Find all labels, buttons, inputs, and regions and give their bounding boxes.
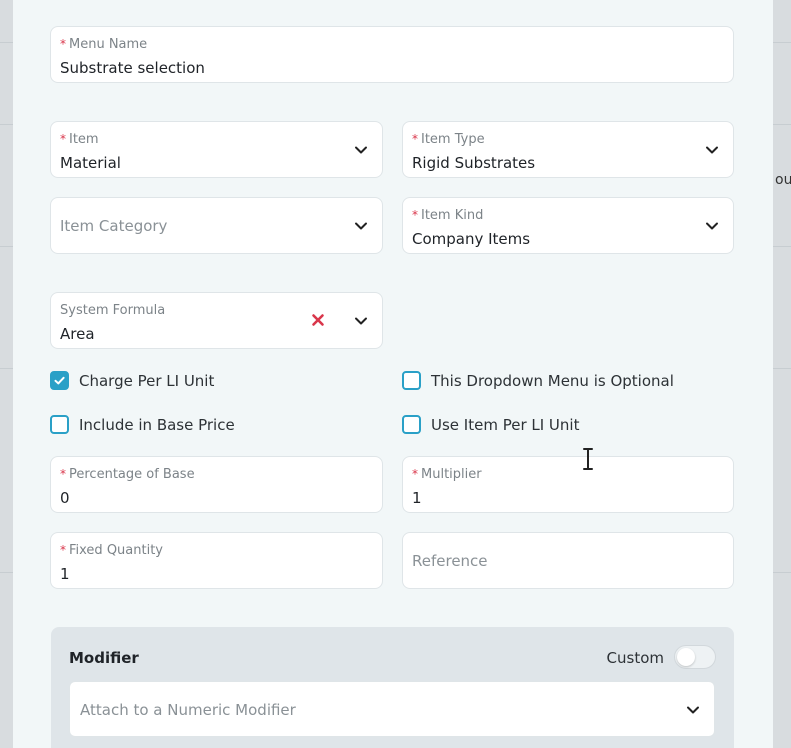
include-base-price-checkbox[interactable]: Include in Base Price (50, 415, 235, 434)
system-formula-label: System Formula (60, 303, 166, 318)
menu-name-value: Substrate selection (60, 59, 205, 77)
item-label: * Item (60, 132, 99, 147)
check-icon (54, 376, 65, 385)
use-item-per-li-unit-checkbox[interactable]: Use Item Per LI Unit (402, 415, 579, 434)
dropdown-optional-label: This Dropdown Menu is Optional (431, 371, 674, 390)
backdrop-text: our (775, 172, 791, 188)
menu-name-label: * Menu Name (60, 37, 148, 52)
item-type-value: Rigid Substrates (412, 154, 536, 172)
modifier-title: Modifier (69, 649, 139, 667)
item-category-placeholder: Item Category (60, 217, 168, 235)
use-item-per-li-unit-label: Use Item Per LI Unit (431, 415, 580, 434)
chevron-down-icon[interactable] (354, 143, 368, 157)
checkbox-box[interactable] (50, 371, 69, 390)
percentage-of-base-value: 0 (60, 489, 70, 507)
multiplier-value: 1 (412, 489, 422, 507)
charge-per-li-unit-checkbox[interactable]: Charge Per LI Unit (50, 371, 214, 390)
menu-name-field[interactable]: * Menu Name Substrate selection (50, 26, 734, 83)
item-select[interactable]: * Item Material (50, 121, 383, 178)
custom-label: Custom (606, 649, 664, 667)
checkbox-box[interactable] (402, 415, 421, 434)
fixed-quantity-field[interactable]: * Fixed Quantity 1 (50, 532, 383, 589)
item-value: Material (60, 154, 121, 172)
item-kind-label: * Item Kind (412, 208, 484, 223)
chevron-down-icon[interactable] (354, 314, 368, 328)
percentage-of-base-field[interactable]: * Percentage of Base 0 (50, 456, 383, 513)
percentage-of-base-label: * Percentage of Base (60, 467, 195, 482)
fixed-quantity-label: * Fixed Quantity (60, 543, 163, 558)
clear-x-icon[interactable] (310, 312, 326, 328)
include-base-price-label: Include in Base Price (79, 415, 235, 434)
chevron-down-icon[interactable] (354, 219, 368, 233)
item-kind-select[interactable]: * Item Kind Company Items (402, 197, 734, 254)
item-type-label: * Item Type (412, 132, 485, 147)
checkbox-box[interactable] (402, 371, 421, 390)
text-cursor-icon (583, 448, 593, 470)
reference-field[interactable]: Reference (402, 532, 734, 589)
edit-menu-modal: * Menu Name Substrate selection * Item Mat… (13, 0, 773, 748)
chevron-down-icon[interactable] (705, 143, 719, 157)
item-category-select[interactable]: Item Category (50, 197, 383, 254)
multiplier-label: * Multiplier (412, 467, 482, 482)
item-type-select[interactable]: * Item Type Rigid Substrates (402, 121, 734, 178)
custom-toggle[interactable] (674, 645, 716, 669)
chevron-down-icon[interactable] (686, 703, 700, 717)
toggle-knob (677, 648, 695, 666)
chevron-down-icon[interactable] (705, 219, 719, 233)
numeric-modifier-select[interactable]: Attach to a Numeric Modifier (69, 681, 715, 737)
item-kind-value: Company Items (412, 230, 531, 248)
reference-placeholder: Reference (412, 552, 488, 570)
numeric-modifier-placeholder: Attach to a Numeric Modifier (80, 701, 296, 719)
fixed-quantity-value: 1 (60, 565, 70, 583)
modifier-section: Modifier Custom Attach to a Numeric Modi… (51, 627, 734, 748)
charge-per-li-unit-label: Charge Per LI Unit (79, 371, 215, 390)
multiplier-field[interactable]: * Multiplier 1 (402, 456, 734, 513)
dropdown-optional-checkbox[interactable]: This Dropdown Menu is Optional (402, 371, 674, 390)
checkbox-box[interactable] (50, 415, 69, 434)
system-formula-value: Area (60, 325, 95, 343)
system-formula-select[interactable]: System Formula Area (50, 292, 383, 349)
